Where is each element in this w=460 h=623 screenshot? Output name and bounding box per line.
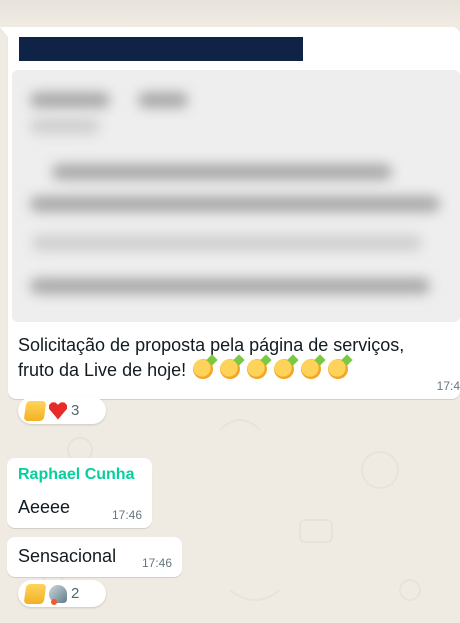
previous-message-edge — [0, 0, 460, 24]
party-face-icon — [328, 359, 349, 379]
reaction-count: 3 — [71, 402, 80, 419]
thumbs-up-icon — [23, 583, 47, 604]
reaction-badge[interactable]: 3 — [18, 397, 106, 424]
rocket-icon — [49, 584, 67, 605]
party-face-icon — [247, 359, 268, 379]
reaction-badge[interactable]: 2 — [18, 580, 106, 607]
message-time: 17:4 — [436, 379, 460, 393]
sender-name: Raphael Cunha — [18, 466, 135, 483]
message-text: Solicitação de proposta pela página de s… — [18, 333, 443, 386]
message-bubble-sensacional[interactable]: Sensacional 17:46 — [7, 537, 182, 577]
message-bubble-raphael[interactable]: Raphael Cunha Aeeee 17:46 — [7, 458, 152, 528]
message-text-line-2: fruto da Live de hoje! — [18, 360, 187, 380]
message-text: Aeeee — [18, 497, 71, 517]
party-emoji-row — [191, 359, 349, 386]
message-time: 17:46 — [111, 508, 142, 522]
party-face-icon — [193, 359, 214, 379]
blurred-preview — [12, 70, 460, 322]
party-face-icon — [301, 359, 322, 379]
message-text: Sensacional — [18, 546, 117, 566]
bubble-tail-icon — [0, 27, 8, 37]
message-time: 17:46 — [141, 556, 172, 570]
party-face-icon — [220, 359, 241, 379]
redacted-title — [19, 37, 303, 61]
reaction-count: 2 — [71, 585, 80, 602]
message-text-line-1: Solicitação de proposta pela página de s… — [18, 335, 405, 355]
thumbs-up-icon — [23, 400, 47, 421]
party-face-icon — [274, 359, 295, 379]
heart-icon — [49, 402, 67, 420]
message-bubble-proposal[interactable]: Solicitação de proposta pela página de s… — [0, 27, 460, 399]
